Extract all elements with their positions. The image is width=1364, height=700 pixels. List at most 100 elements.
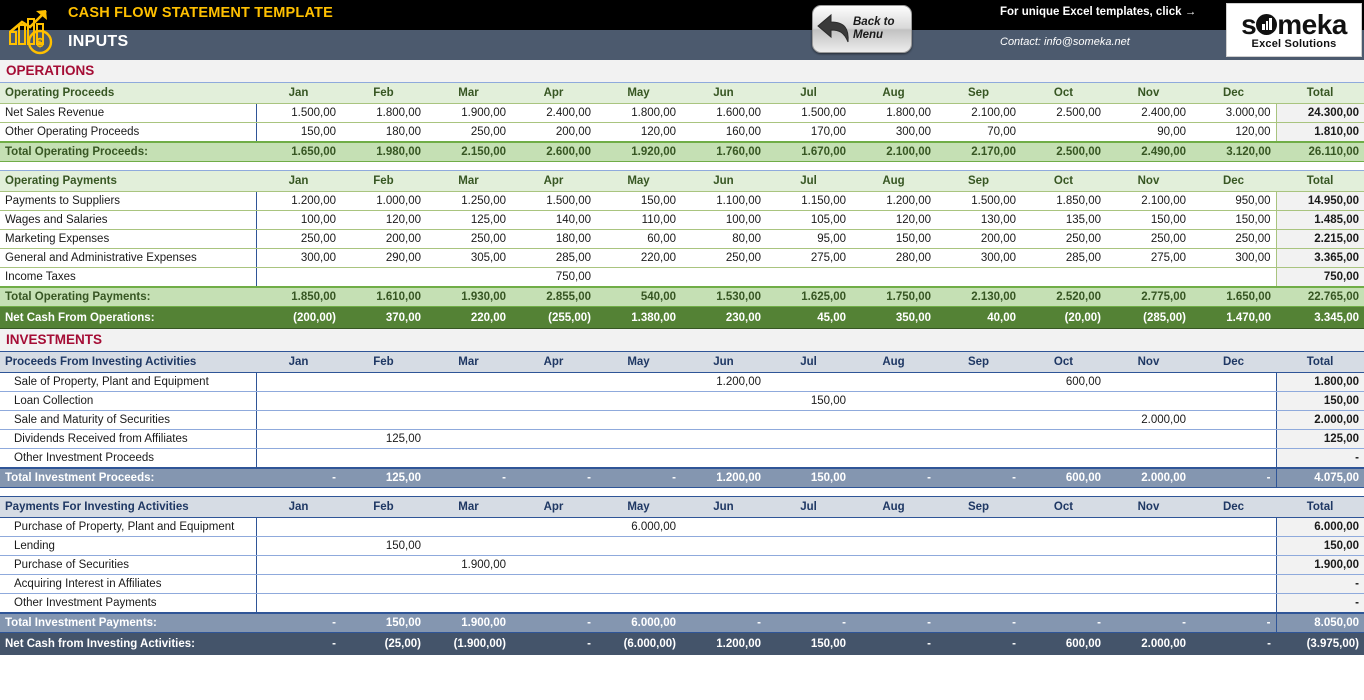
cell-may[interactable]: 220,00: [596, 248, 681, 268]
cell-jul[interactable]: [766, 410, 851, 430]
cell-jul[interactable]: [766, 372, 851, 392]
cell-sep[interactable]: [936, 555, 1021, 575]
cell-aug[interactable]: 300,00: [851, 122, 936, 142]
table-row[interactable]: Marketing Expenses 250,00 200,00 250,00 180,…: [0, 229, 1364, 249]
cell-jul[interactable]: [766, 517, 851, 537]
cell-dec[interactable]: [1191, 372, 1276, 392]
cell-apr[interactable]: [511, 429, 596, 449]
table-row[interactable]: Payments to Suppliers 1.200,00 1.000,00 1.2…: [0, 191, 1364, 211]
cell-feb[interactable]: [341, 448, 426, 468]
cell-jun[interactable]: 1.600,00: [681, 103, 766, 123]
cell-nov[interactable]: 90,00: [1106, 122, 1191, 142]
cell-may[interactable]: [596, 593, 681, 613]
cell-oct[interactable]: [1021, 555, 1106, 575]
cell-jun[interactable]: [681, 410, 766, 430]
cell-feb[interactable]: 150,00: [341, 536, 426, 556]
cell-apr[interactable]: [511, 536, 596, 556]
table-row[interactable]: Acquiring Interest in Affiliates -: [0, 574, 1364, 594]
table-row[interactable]: Dividends Received from Affiliates 125,00…: [0, 429, 1364, 449]
table-row[interactable]: Other Investment Payments -: [0, 593, 1364, 613]
cell-apr[interactable]: [511, 555, 596, 575]
cell-dec[interactable]: 950,00: [1191, 191, 1276, 211]
cell-apr[interactable]: [511, 372, 596, 392]
cell-feb[interactable]: 200,00: [341, 229, 426, 249]
cell-apr[interactable]: [511, 448, 596, 468]
cell-jul[interactable]: 95,00: [766, 229, 851, 249]
cell-jan[interactable]: [256, 448, 341, 468]
cell-sep[interactable]: [936, 536, 1021, 556]
cell-feb[interactable]: [341, 593, 426, 613]
cell-oct[interactable]: 600,00: [1021, 372, 1106, 392]
cell-apr[interactable]: 750,00: [511, 267, 596, 287]
cell-jun[interactable]: [681, 517, 766, 537]
cell-mar[interactable]: [426, 267, 511, 287]
cell-jul[interactable]: [766, 429, 851, 449]
cell-mar[interactable]: [426, 448, 511, 468]
cell-apr[interactable]: [511, 517, 596, 537]
cell-jun[interactable]: [681, 391, 766, 411]
cell-feb[interactable]: 125,00: [341, 429, 426, 449]
cell-sep[interactable]: [936, 448, 1021, 468]
cell-oct[interactable]: [1021, 448, 1106, 468]
cell-jan[interactable]: [256, 267, 341, 287]
cell-aug[interactable]: 280,00: [851, 248, 936, 268]
cell-sep[interactable]: [936, 574, 1021, 594]
table-row[interactable]: Other Operating Proceeds 150,00 180,00 250,…: [0, 122, 1364, 142]
table-row[interactable]: Income Taxes 750,00 750,00: [0, 267, 1364, 287]
cell-dec[interactable]: [1191, 391, 1276, 411]
cell-aug[interactable]: [851, 267, 936, 287]
cell-jun[interactable]: [681, 429, 766, 449]
cell-sep[interactable]: [936, 429, 1021, 449]
cell-feb[interactable]: [341, 391, 426, 411]
cell-jul[interactable]: [766, 593, 851, 613]
cell-jul[interactable]: [766, 536, 851, 556]
table-row[interactable]: Lending 150,00 150,00: [0, 536, 1364, 556]
table-row[interactable]: Other Investment Proceeds -: [0, 448, 1364, 468]
cell-mar[interactable]: 250,00: [426, 122, 511, 142]
cell-oct[interactable]: [1021, 536, 1106, 556]
cell-jan[interactable]: 250,00: [256, 229, 341, 249]
cell-jan[interactable]: 300,00: [256, 248, 341, 268]
cell-jan[interactable]: 1.500,00: [256, 103, 341, 123]
cell-apr[interactable]: 180,00: [511, 229, 596, 249]
promo-text[interactable]: For unique Excel templates, click →: [1000, 6, 1196, 18]
cell-nov[interactable]: [1106, 574, 1191, 594]
cell-jan[interactable]: 1.200,00: [256, 191, 341, 211]
someka-brand-logo[interactable]: s meka Excel Solutions: [1226, 3, 1362, 57]
cell-may[interactable]: [596, 372, 681, 392]
cell-may[interactable]: 120,00: [596, 122, 681, 142]
cell-jun[interactable]: 1.200,00: [681, 372, 766, 392]
cell-apr[interactable]: 200,00: [511, 122, 596, 142]
cell-sep[interactable]: [936, 517, 1021, 537]
back-to-menu-button[interactable]: Back to Menu: [812, 5, 912, 53]
cell-nov[interactable]: [1106, 593, 1191, 613]
cell-nov[interactable]: 250,00: [1106, 229, 1191, 249]
table-row[interactable]: Net Sales Revenue 1.500,00 1.800,00 1.900,0…: [0, 103, 1364, 123]
cell-dec[interactable]: 250,00: [1191, 229, 1276, 249]
cell-feb[interactable]: 1.000,00: [341, 191, 426, 211]
cell-jan[interactable]: 150,00: [256, 122, 341, 142]
cell-feb[interactable]: 120,00: [341, 210, 426, 230]
cell-aug[interactable]: [851, 448, 936, 468]
cell-sep[interactable]: [936, 593, 1021, 613]
cell-mar[interactable]: 1.250,00: [426, 191, 511, 211]
cell-feb[interactable]: [341, 372, 426, 392]
cell-jun[interactable]: [681, 574, 766, 594]
cell-jun[interactable]: 100,00: [681, 210, 766, 230]
cell-sep[interactable]: [936, 391, 1021, 411]
cell-sep[interactable]: 70,00: [936, 122, 1021, 142]
cell-may[interactable]: 150,00: [596, 191, 681, 211]
cell-may[interactable]: [596, 574, 681, 594]
cell-feb[interactable]: 1.800,00: [341, 103, 426, 123]
cell-oct[interactable]: 2.500,00: [1021, 103, 1106, 123]
cell-sep[interactable]: [936, 267, 1021, 287]
cell-nov[interactable]: [1106, 267, 1191, 287]
cell-oct[interactable]: [1021, 517, 1106, 537]
cell-mar[interactable]: [426, 372, 511, 392]
cell-dec[interactable]: [1191, 593, 1276, 613]
cell-jan[interactable]: [256, 410, 341, 430]
table-row[interactable]: Purchase of Property, Plant and Equipmen…: [0, 517, 1364, 537]
cell-mar[interactable]: [426, 536, 511, 556]
cell-nov[interactable]: [1106, 555, 1191, 575]
cell-mar[interactable]: [426, 391, 511, 411]
